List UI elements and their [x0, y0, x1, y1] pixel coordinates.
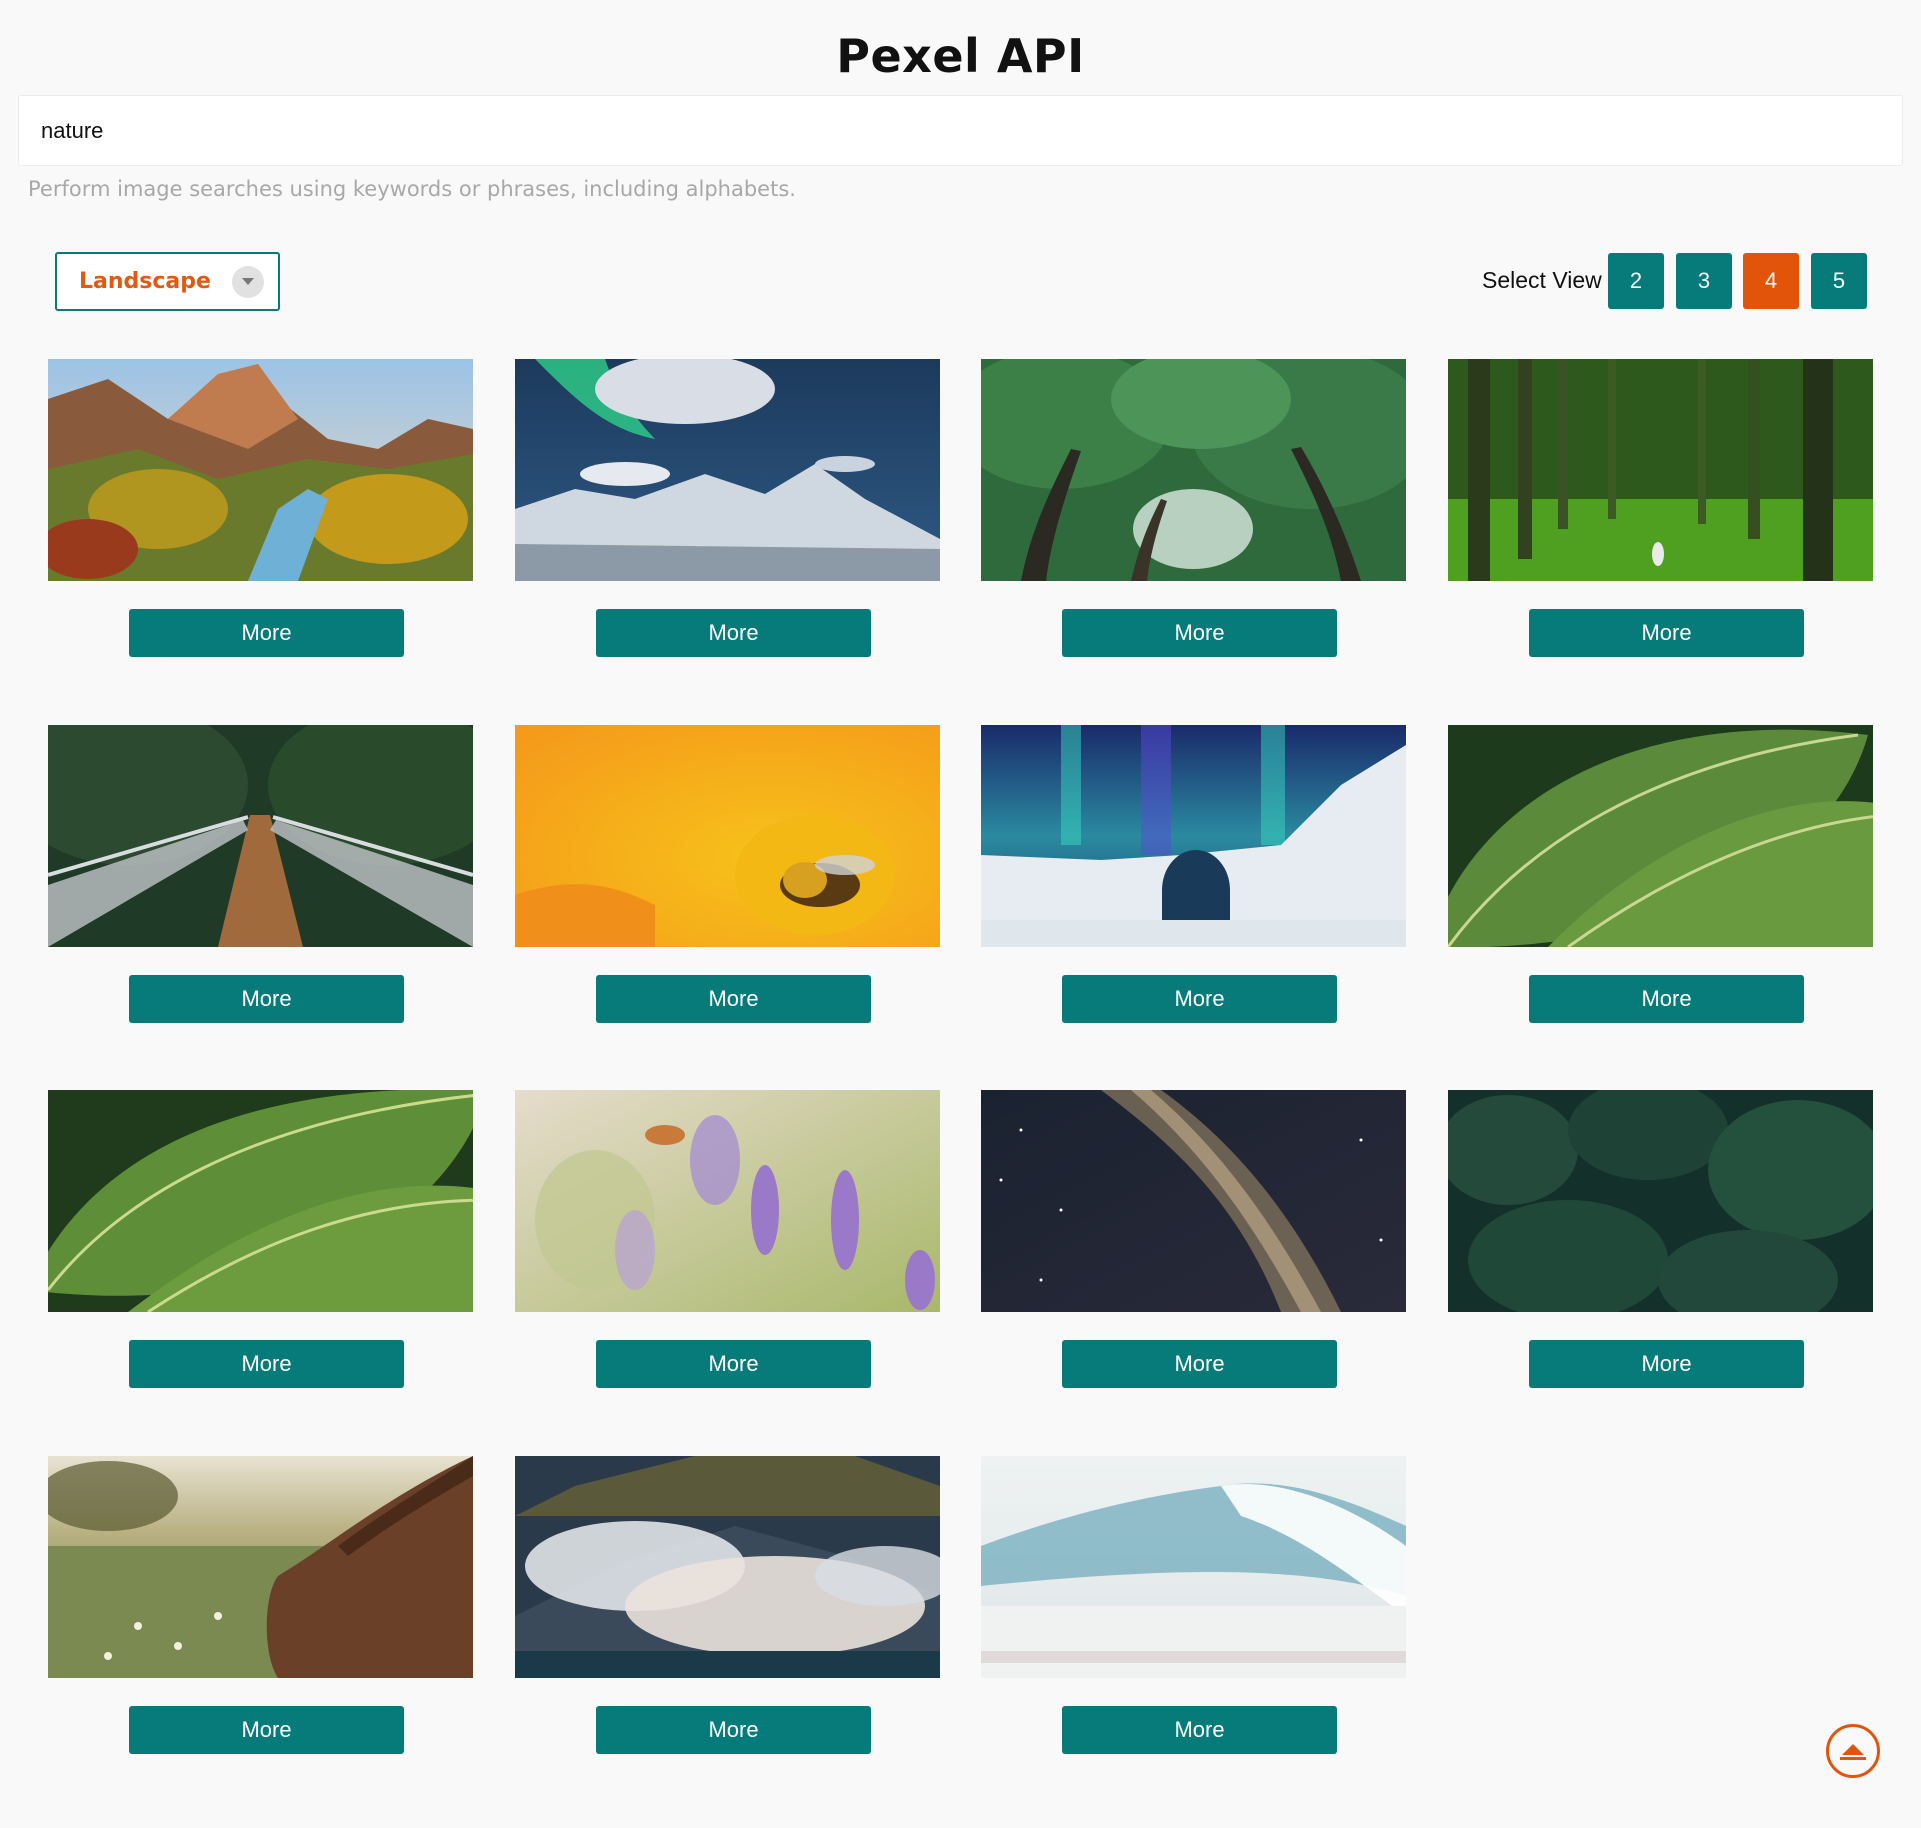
image-card: More — [981, 1456, 1406, 1791]
image-bee-on-yellow-flower[interactable] — [515, 725, 940, 947]
view-button-5[interactable]: 5 — [1811, 253, 1867, 309]
image-evergreen-trees-aerial[interactable] — [1448, 1090, 1873, 1312]
image-aurora-snowy-mountains[interactable] — [515, 359, 940, 581]
card-shadow — [535, 1417, 920, 1425]
search-hint: Perform image searches using keywords or… — [28, 177, 796, 201]
more-button[interactable]: More — [596, 975, 871, 1023]
image-tropical-leaves-closeup[interactable] — [48, 1090, 473, 1312]
orientation-selected-label: Landscape — [79, 269, 211, 294]
chevron-down-icon — [232, 265, 264, 298]
more-button[interactable]: More — [596, 1340, 871, 1388]
image-card: More — [515, 359, 940, 694]
card-shadow — [1001, 1052, 1386, 1060]
image-tropical-leaves[interactable] — [1448, 725, 1873, 947]
more-button[interactable]: More — [1062, 975, 1337, 1023]
image-card: More — [981, 1090, 1406, 1425]
card-shadow — [1468, 686, 1853, 694]
image-card: More — [981, 359, 1406, 694]
view-selector-label: Select View — [1482, 267, 1602, 293]
image-card: More — [515, 725, 940, 1060]
image-card: More — [981, 725, 1406, 1060]
image-card: More — [48, 1456, 473, 1791]
image-aurora-ice-hotel[interactable] — [981, 725, 1406, 947]
card-shadow — [1001, 1783, 1386, 1791]
more-button[interactable]: More — [129, 609, 404, 657]
card-shadow — [535, 686, 920, 694]
arrow-up-circle-icon[interactable] — [1826, 1724, 1880, 1778]
image-clouds-over-mountain[interactable] — [515, 1456, 940, 1678]
more-button[interactable]: More — [129, 1706, 404, 1754]
page: Pexel API Perform image searches using k… — [0, 0, 1921, 1828]
card-shadow — [68, 1783, 453, 1791]
search-input[interactable] — [18, 95, 1903, 166]
image-green-tree-canopy[interactable] — [981, 359, 1406, 581]
image-card: More — [1448, 1090, 1873, 1425]
more-button[interactable]: More — [1062, 609, 1337, 657]
page-title: Pexel API — [836, 29, 1085, 83]
card-shadow — [535, 1783, 920, 1791]
image-moth-lavender[interactable] — [515, 1090, 940, 1312]
card-shadow — [535, 1052, 920, 1060]
more-button[interactable]: More — [129, 975, 404, 1023]
more-button[interactable]: More — [1529, 609, 1804, 657]
more-button[interactable]: More — [1529, 975, 1804, 1023]
more-button[interactable]: More — [596, 609, 871, 657]
card-shadow — [1468, 1417, 1853, 1425]
image-card: More — [48, 359, 473, 694]
image-card: More — [1448, 725, 1873, 1060]
image-suspension-bridge-forest[interactable] — [48, 725, 473, 947]
orientation-select[interactable]: Landscape — [55, 252, 280, 311]
card-shadow — [1468, 1052, 1853, 1060]
card-shadow — [1001, 1417, 1386, 1425]
image-ocean-wave[interactable] — [981, 1456, 1406, 1678]
card-shadow — [68, 686, 453, 694]
image-milky-way-sky[interactable] — [981, 1090, 1406, 1312]
more-button[interactable]: More — [1062, 1340, 1337, 1388]
image-card: More — [48, 1090, 473, 1425]
image-canyon-valley-river[interactable] — [48, 359, 473, 581]
card-shadow — [68, 1052, 453, 1060]
view-button-2[interactable]: 2 — [1608, 253, 1664, 309]
more-button[interactable]: More — [1062, 1706, 1337, 1754]
image-horse-grazing-flowers[interactable] — [48, 1456, 473, 1678]
more-button[interactable]: More — [129, 1340, 404, 1388]
image-card: More — [515, 1456, 940, 1791]
more-button[interactable]: More — [1529, 1340, 1804, 1388]
image-card: More — [515, 1090, 940, 1425]
view-button-3[interactable]: 3 — [1676, 253, 1732, 309]
image-card: More — [1448, 359, 1873, 694]
image-pine-forest-hiker[interactable] — [1448, 359, 1873, 581]
card-shadow — [1001, 686, 1386, 694]
more-button[interactable]: More — [596, 1706, 871, 1754]
image-card: More — [48, 725, 473, 1060]
card-shadow — [68, 1417, 453, 1425]
view-button-4[interactable]: 4 — [1743, 253, 1799, 309]
